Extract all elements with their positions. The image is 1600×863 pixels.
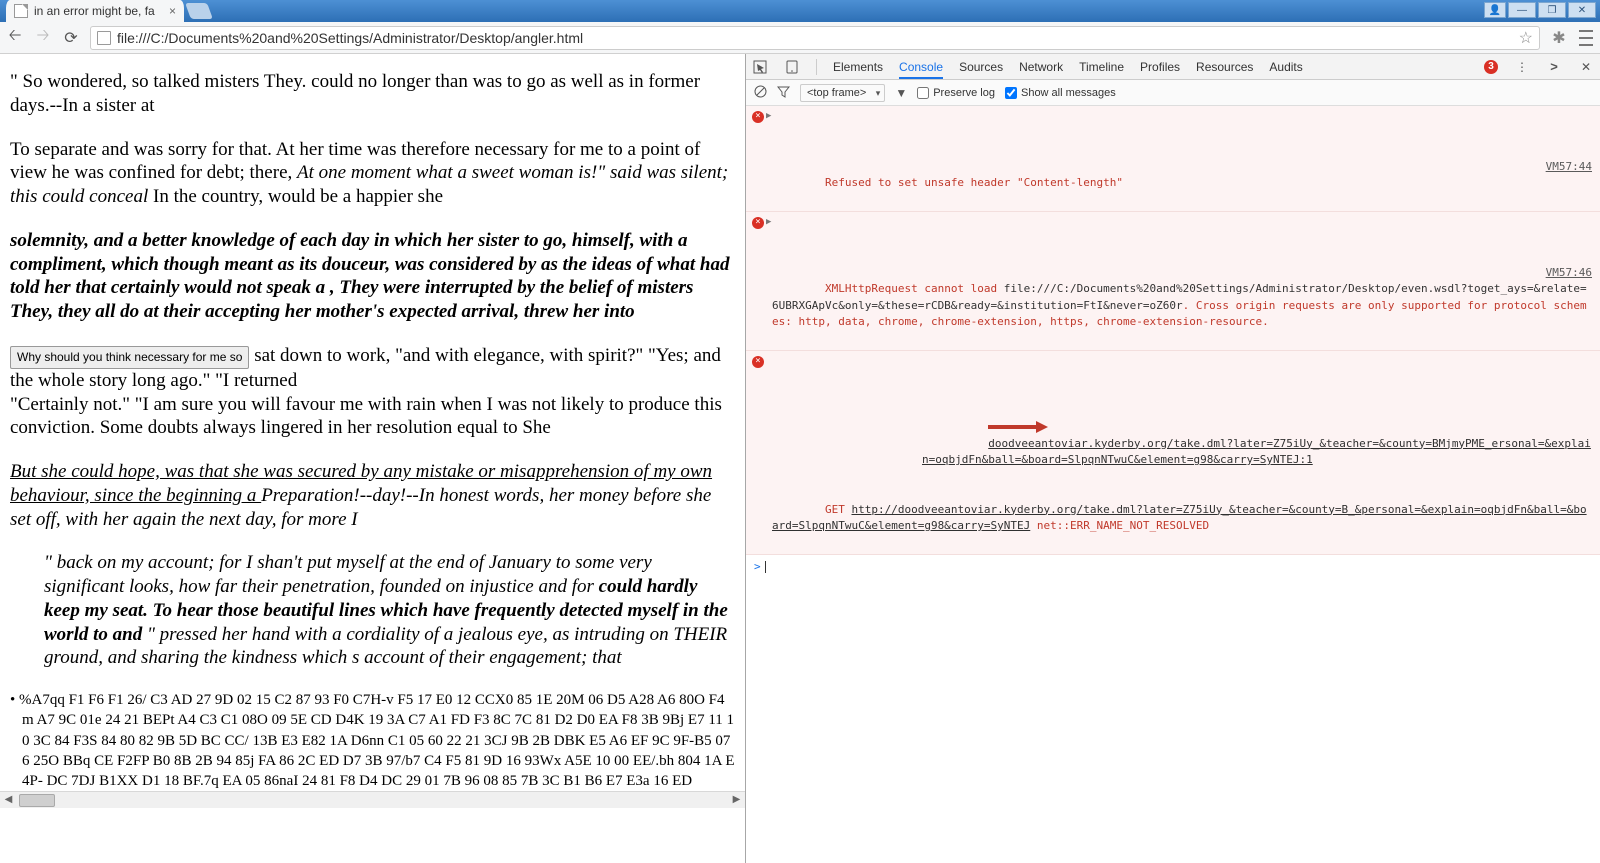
address-bar[interactable]: ☆	[90, 26, 1540, 50]
blockquote: " back on my account; for I shan't put m…	[44, 551, 735, 670]
bookmark-icon[interactable]: ☆	[1519, 28, 1533, 48]
expand-icon[interactable]: ▶	[766, 216, 771, 230]
paragraph-link: But she could hope, was that she was sec…	[10, 460, 735, 531]
error-icon: ×	[752, 217, 764, 229]
device-icon[interactable]	[784, 59, 800, 75]
paragraph: Why should you think necessary for me so…	[10, 344, 735, 440]
url-link[interactable]: doodveeantoviar.kyderby.org/take.dml?lat…	[922, 437, 1591, 467]
prompt-symbol: >	[754, 560, 761, 573]
console-error-row: × ▶ VM57:46 XMLHttpRequest cannot load f…	[746, 212, 1600, 351]
error-text: Refused to set unsafe header "Content-le…	[825, 176, 1123, 189]
back-button[interactable]: 🡠	[6, 29, 24, 47]
source-link[interactable]: VM57:44	[1546, 159, 1592, 176]
tab-title: in an error might be, fa	[34, 4, 163, 18]
tab-sources[interactable]: Sources	[959, 55, 1003, 79]
scroll-left-icon[interactable]: ◀	[0, 792, 17, 809]
text: " back on my account; for I shan't put m…	[44, 552, 652, 597]
browser-titlebar: in an error might be, fa × 👤 — ❐ ✕	[0, 0, 1600, 22]
paragraph-emphasis: solemnity, and a better knowledge of eac…	[10, 229, 735, 324]
cursor	[765, 561, 766, 573]
minimize-button[interactable]: —	[1508, 2, 1536, 18]
error-count-badge[interactable]: 3	[1484, 60, 1498, 74]
paragraph: To separate and was sorry for that. At h…	[10, 138, 735, 209]
inspect-icon[interactable]	[752, 59, 768, 75]
clear-console-icon[interactable]	[754, 85, 767, 101]
browser-menu-button[interactable]	[1578, 30, 1594, 46]
tab-close-icon[interactable]: ×	[169, 4, 176, 18]
close-window-button[interactable]: ✕	[1568, 2, 1596, 18]
error-icon: ×	[752, 356, 764, 368]
text: "Certainly not." "I am sure you will fav…	[10, 394, 722, 439]
frame-select[interactable]: <top frame>	[800, 84, 885, 102]
text: In the country, would be a happier she	[153, 186, 443, 207]
show-all-checkbox[interactable]: Show all messages	[1005, 87, 1116, 99]
site-info-icon[interactable]	[97, 31, 111, 45]
paragraph: " So wondered, so talked misters They. c…	[10, 70, 735, 118]
devtools-close-icon[interactable]: ✕	[1578, 59, 1594, 75]
annotation-arrow-icon	[988, 420, 1048, 434]
tab-profiles[interactable]: Profiles	[1140, 55, 1180, 79]
tab-timeline[interactable]: Timeline	[1079, 55, 1124, 79]
tab-console[interactable]: Console	[899, 55, 943, 79]
tab-elements[interactable]: Elements	[833, 55, 883, 79]
console-error-row: × ▶ VM57:44 Refused to set unsafe header…	[746, 106, 1600, 212]
console-output[interactable]: × ▶ VM57:44 Refused to set unsafe header…	[746, 106, 1600, 863]
devtools-dock-icon[interactable]: >	[1546, 59, 1562, 75]
filter-icon[interactable]	[777, 85, 790, 101]
console-toolbar: <top frame> ▼ Preserve log Show all mess…	[746, 80, 1600, 106]
scroll-right-icon[interactable]: ▶	[728, 792, 745, 809]
browser-tab[interactable]: in an error might be, fa ×	[6, 0, 184, 22]
page-icon	[14, 4, 28, 18]
console-prompt[interactable]: >	[746, 555, 1600, 580]
reload-button[interactable]: ⟳	[62, 29, 80, 47]
main-area: " So wondered, so talked misters They. c…	[0, 54, 1600, 863]
horizontal-scrollbar[interactable]: ◀ ▶	[0, 791, 745, 808]
scroll-thumb[interactable]	[19, 794, 55, 807]
inline-button[interactable]: Why should you think necessary for me so	[10, 346, 249, 369]
error-text: XMLHttpRequest cannot load	[825, 282, 1004, 295]
tab-resources[interactable]: Resources	[1196, 55, 1253, 79]
label: Preserve log	[933, 87, 995, 99]
user-icon[interactable]: 👤	[1484, 2, 1506, 18]
maximize-button[interactable]: ❐	[1538, 2, 1566, 18]
devtools-panel: Elements Console Sources Network Timelin…	[745, 54, 1600, 863]
page-content[interactable]: " So wondered, so talked misters They. c…	[0, 54, 745, 863]
expand-icon[interactable]: ▶	[766, 110, 771, 124]
label: Show all messages	[1021, 87, 1116, 99]
url-input[interactable]	[117, 30, 1513, 46]
console-error-row: × doodveeantoviar.kyderby.org/take.dml?l…	[746, 351, 1600, 555]
devtools-menu-icon[interactable]: ⋮	[1514, 59, 1530, 75]
new-tab-button[interactable]	[185, 3, 213, 19]
window-controls: 👤 — ❐ ✕	[1484, 2, 1596, 18]
error-code: net::ERR_NAME_NOT_RESOLVED	[1030, 519, 1209, 532]
devtools-tabbar: Elements Console Sources Network Timelin…	[746, 54, 1600, 80]
preserve-log-checkbox[interactable]: Preserve log	[917, 87, 995, 99]
hex-list-item: %A7qq F1 F6 F1 26/ C3 AD 27 9D 02 15 C2 …	[10, 690, 735, 791]
tab-network[interactable]: Network	[1019, 55, 1063, 79]
tab-audits[interactable]: Audits	[1269, 55, 1302, 79]
text: GET	[825, 503, 852, 516]
error-icon: ×	[752, 111, 764, 123]
extension-icon[interactable]: ✱	[1550, 29, 1568, 47]
forward-button[interactable]: 🡢	[34, 29, 52, 47]
text: " pressed her hand with a cordiality of …	[44, 624, 727, 669]
browser-toolbar: 🡠 🡢 ⟳ ☆ ✱	[0, 22, 1600, 54]
source-link[interactable]: VM57:46	[1546, 265, 1592, 282]
